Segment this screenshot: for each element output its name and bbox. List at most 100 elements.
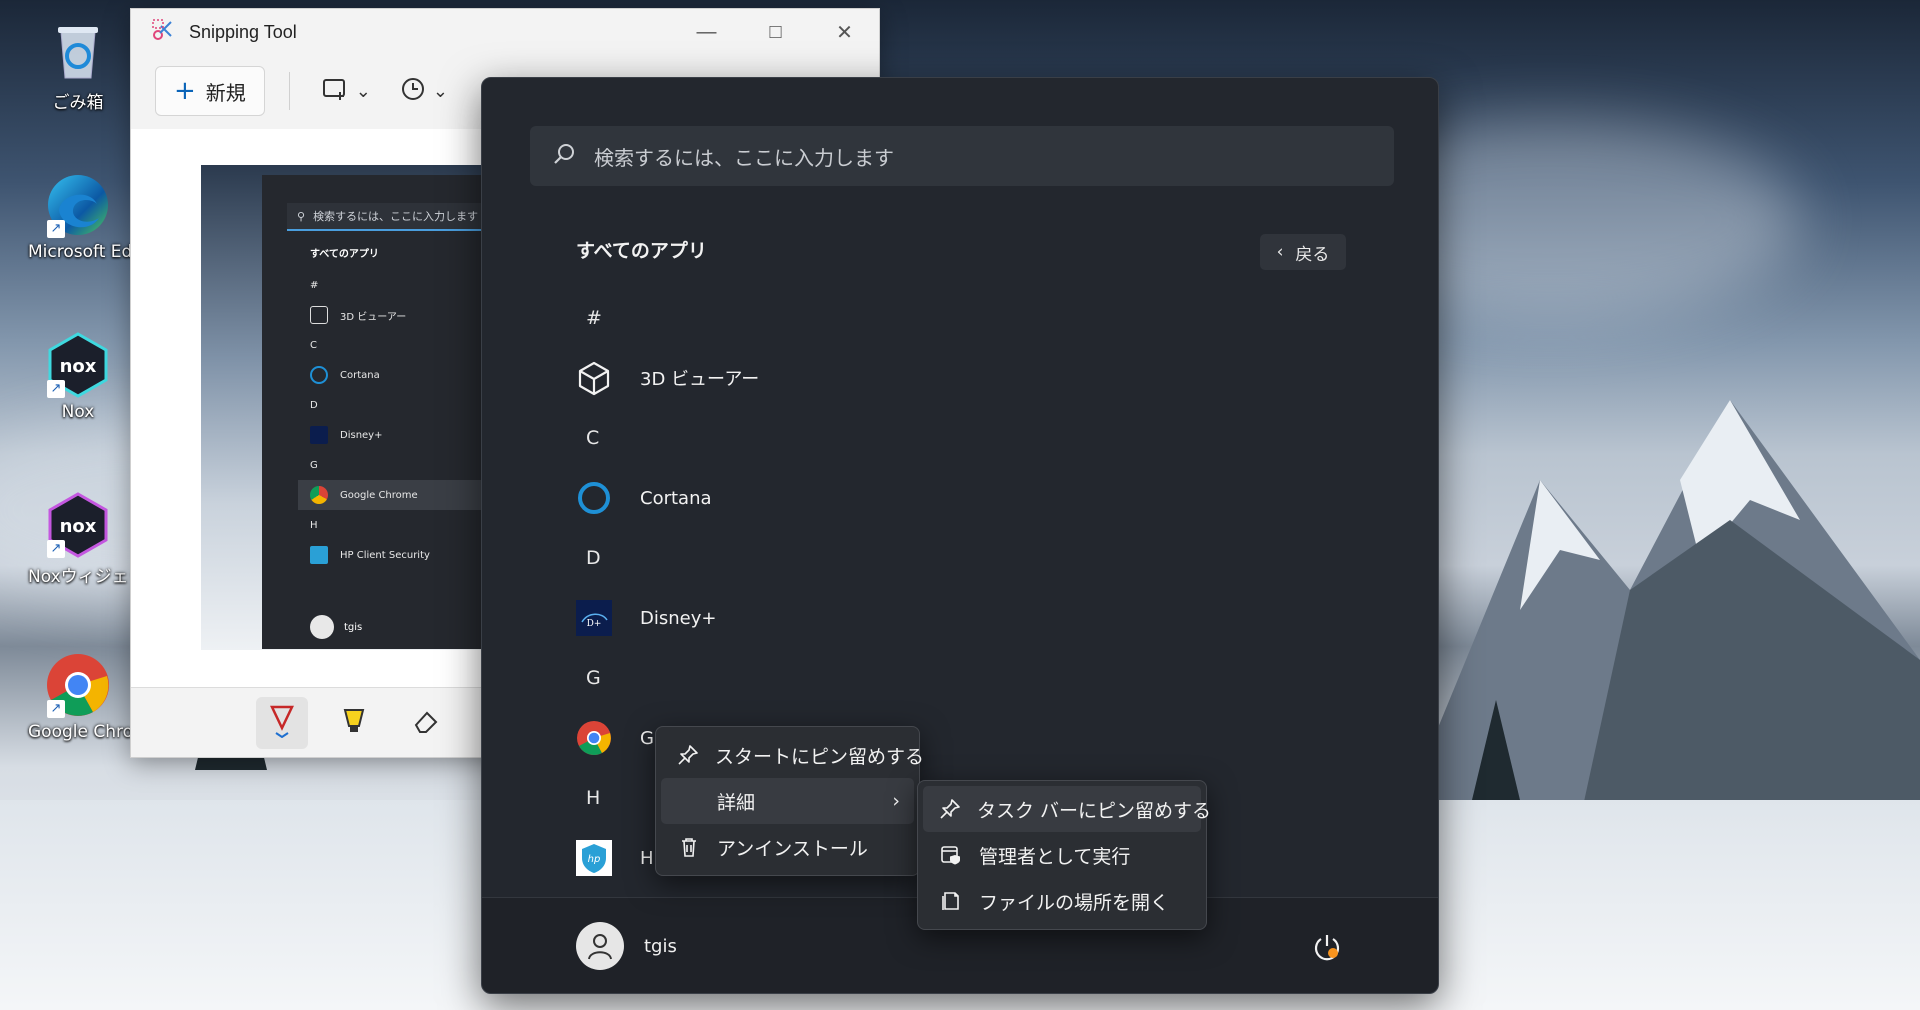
user-account-button[interactable]: tgis [576,922,677,970]
chrome-icon [576,720,612,756]
nox-widget-icon: nox ↗ [45,492,111,558]
disney-plus-icon: D+ [576,600,612,636]
app-label: 3D ビューアー [640,369,760,390]
open-file-location-menu-item[interactable]: ファイルの場所を開く [923,878,1201,924]
desktop-icon-label: Noxウィジェット [28,567,163,587]
rectangle-snip-icon [322,78,348,105]
preview-section-title: すべてのアプリ [310,249,379,260]
highlighter-button[interactable] [328,697,380,749]
app-label: Disney+ [640,607,717,629]
minimize-button[interactable]: — [672,9,741,55]
app-item-3d-viewer[interactable]: 3D ビューアー [576,348,1356,408]
desktop-icon-edge[interactable]: ↗ Microsoft Edg [28,172,144,262]
desktop-icon-label: Google Chrom [28,722,150,742]
cortana-icon [576,480,612,516]
app-label: Cortana [640,487,712,509]
new-snip-label: 新規 [205,80,246,105]
pin-icon [939,797,961,821]
pin-icon [677,743,699,767]
menu-item-label: アンインストール [717,837,868,860]
ballpoint-pen-button[interactable] [256,696,308,749]
svg-text:D+: D+ [587,619,602,629]
shortcut-arrow-icon: ↗ [47,540,65,558]
file-location-icon [939,889,963,913]
power-button[interactable] [1312,932,1342,962]
menu-item-label: スタートにピン留めする [715,745,925,768]
search-icon: ⚲ [297,209,306,223]
disney-plus-icon [310,426,328,444]
chevron-left-icon: ‹ [1276,242,1284,262]
avatar [310,615,334,639]
pin-to-start-menu-item[interactable]: スタートにピン留めする [661,732,924,778]
desktop-icon-label: Microsoft Edg [28,242,144,262]
app-item-disney-plus[interactable]: D+ Disney+ [576,588,1356,648]
desktop-icon-label: Nox [61,402,95,422]
user-name: tgis [644,935,677,957]
app-item-cortana[interactable]: Cortana [576,468,1356,528]
chrome-icon [310,486,328,504]
letter-header[interactable]: D [576,528,1356,588]
snip-mode-dropdown[interactable]: ⌄ [314,78,379,105]
preview-app-label: HP Client Security [340,549,430,561]
menu-item-label: 詳細 [717,791,756,814]
pen-icon [269,704,295,742]
trash-icon [677,835,701,859]
shortcut-arrow-icon: ↗ [47,220,65,238]
delay-dropdown[interactable]: ⌄ [393,77,456,106]
desktop-icon-chrome[interactable]: ↗ Google Chrom [28,652,150,742]
more-submenu: タスク バーにピン留めする 管理者として実行 ファイルの場所を開く [917,780,1211,930]
app-label: H [640,847,654,869]
shortcut-arrow-icon: ↗ [47,700,65,718]
preview-app-label: Disney+ [340,429,383,441]
eraser-button[interactable] [400,697,452,749]
svg-text:nox: nox [60,356,97,377]
letter-header[interactable]: # [576,288,1356,348]
search-icon [552,142,576,171]
preview-search-placeholder: 検索するには、ここに入力します [313,210,479,223]
menu-item-label: ファイルの場所を開く [979,891,1170,914]
avatar [576,922,624,970]
more-menu-item[interactable]: 詳細 › [661,778,914,824]
run-as-admin-menu-item[interactable]: 管理者として実行 [923,832,1201,878]
desktop-icon-recycle-bin[interactable]: ごみ箱 [28,18,128,113]
window-title: Snipping Tool [189,21,297,42]
menu-item-label: タスク バーにピン留めする [977,799,1212,822]
back-button[interactable]: ‹ 戻る [1260,234,1346,270]
desktop-icon-nox[interactable]: nox ↗ Nox [28,332,128,422]
plus-icon: + [174,76,196,106]
chevron-down-icon: ⌄ [432,80,448,102]
letter-header[interactable]: C [576,408,1356,468]
3d-viewer-icon [310,306,328,324]
new-snip-button[interactable]: + 新規 [155,66,265,116]
letter-header[interactable]: G [576,648,1356,708]
toolbar-divider [288,72,290,110]
preview-app-label: Cortana [340,369,380,381]
snipping-tool-titlebar[interactable]: Snipping Tool — □ ✕ [131,9,879,55]
maximize-button[interactable]: □ [741,9,810,55]
highlighter-icon [341,706,367,740]
preview-user: tgis [310,615,362,639]
recycle-bin-icon [45,18,111,84]
close-button[interactable]: ✕ [810,9,879,55]
shortcut-arrow-icon: ↗ [47,380,65,398]
app-context-menu: スタートにピン留めする 詳細 › アンインストール [655,726,924,876]
menu-item-label: 管理者として実行 [979,845,1131,868]
clock-icon [401,77,425,106]
preview-app-label: 3D ビューアー [340,311,407,323]
chevron-right-icon: › [892,790,900,812]
search-placeholder: 検索するには、ここに入力します [594,145,894,170]
hp-client-security-icon: hp [576,840,612,876]
uninstall-menu-item[interactable]: アンインストール [661,824,914,870]
eraser-icon [412,707,440,739]
start-search-box[interactable]: 検索するには、ここに入力します [530,126,1394,186]
pin-to-taskbar-menu-item[interactable]: タスク バーにピン留めする [923,786,1211,832]
cortana-icon [310,366,328,384]
desktop-icon-nox-widget[interactable]: nox ↗ Noxウィジェット [28,492,163,587]
snipping-tool-app-icon [151,18,175,47]
power-icon [1314,935,1340,961]
nox-icon: nox ↗ [45,332,111,398]
back-label: 戻る [1295,244,1330,265]
chevron-down-icon: ⌄ [355,80,371,102]
more-spacer [677,789,701,813]
chrome-icon: ↗ [45,652,111,718]
